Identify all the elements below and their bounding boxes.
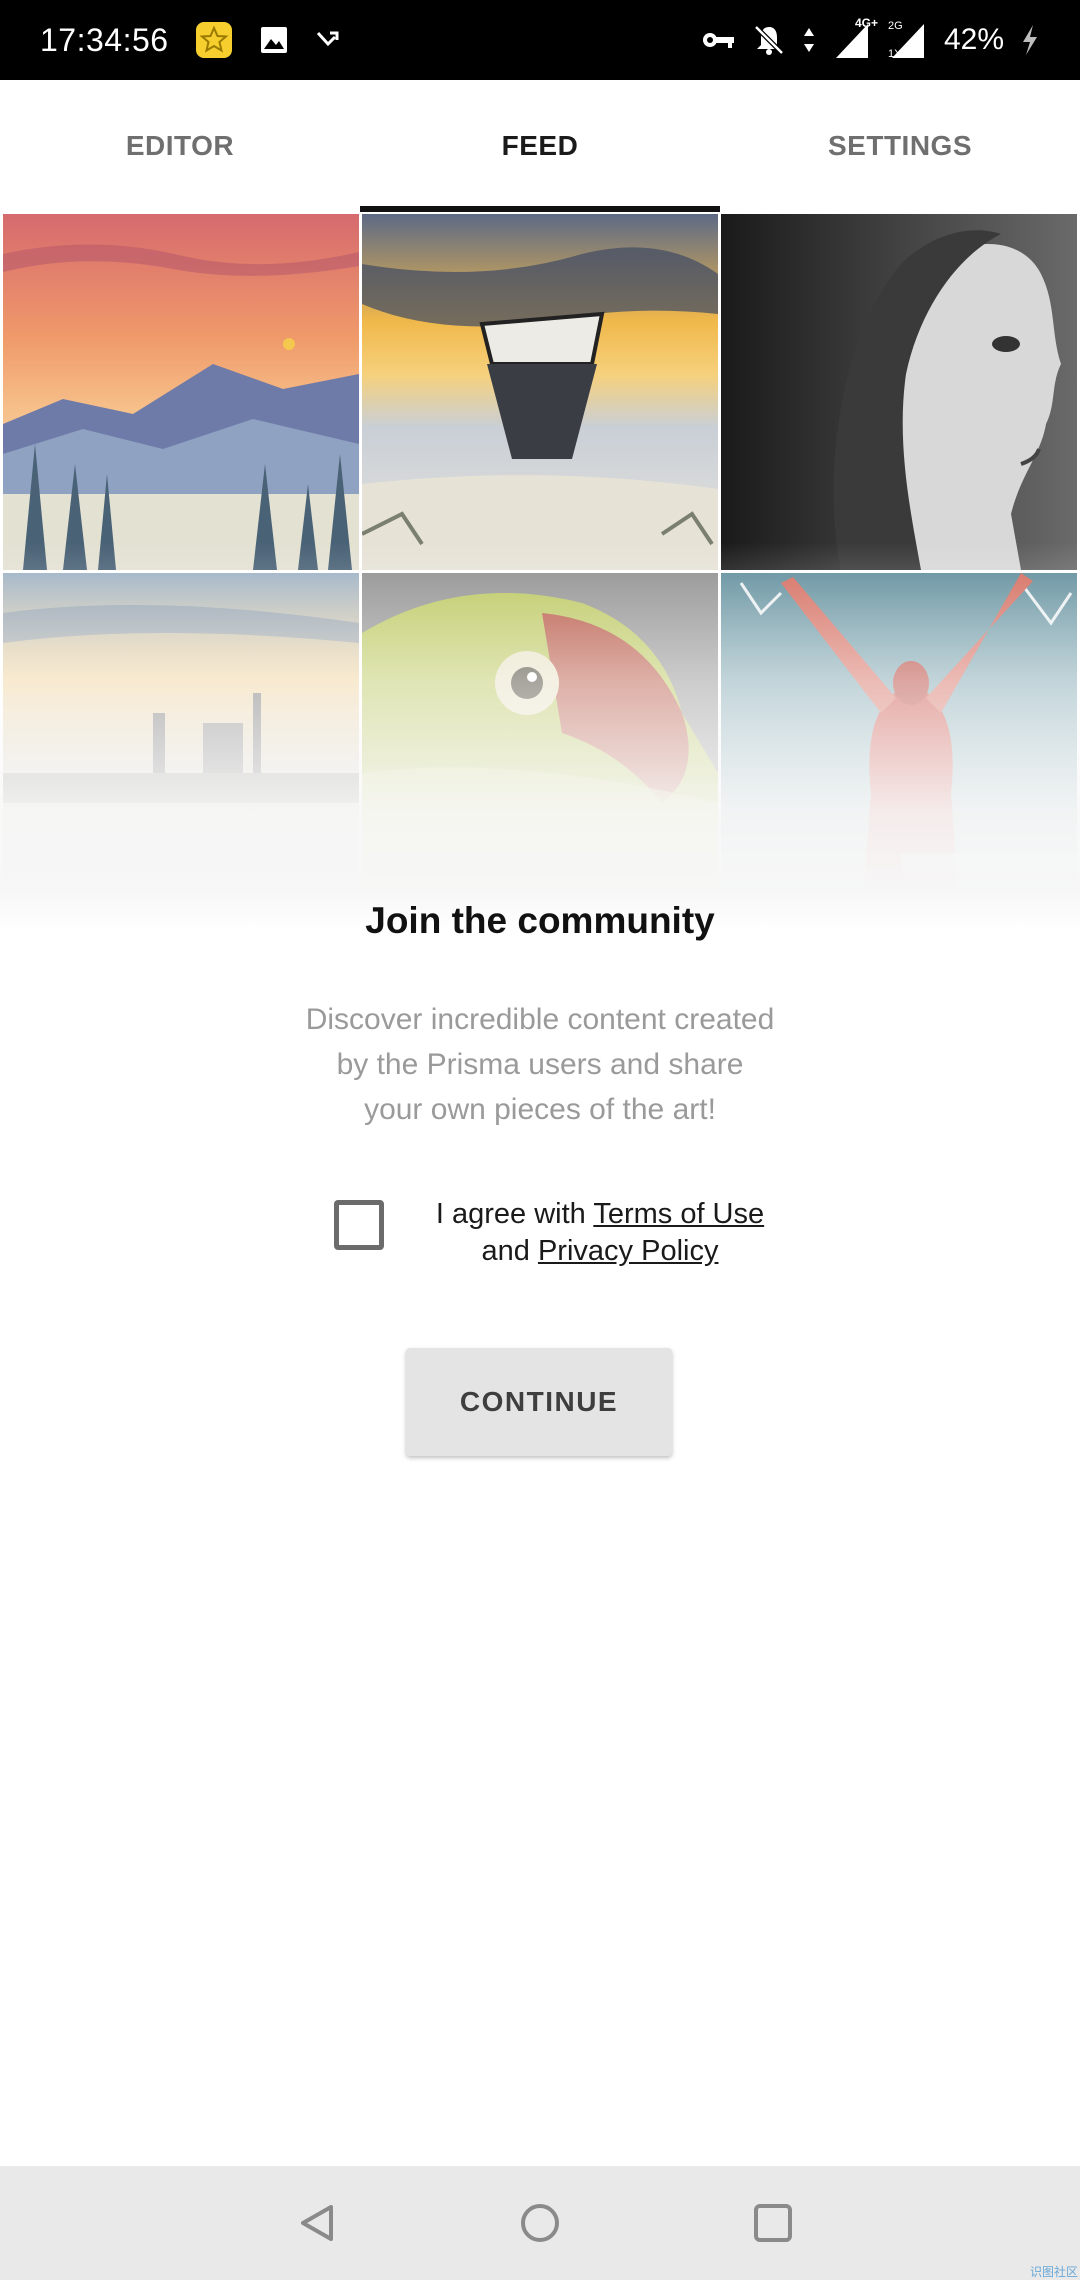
tab-editor[interactable]: EDITOR	[0, 80, 360, 212]
charging-icon	[1020, 23, 1040, 57]
recents-icon[interactable]	[743, 2193, 803, 2253]
agreement-row: I agree with Terms of Use and Privacy Po…	[330, 1196, 770, 1276]
description: Discover incredible content created by t…	[0, 997, 1080, 1132]
network-label-2g: 2G	[887, 20, 903, 32]
page-title: Join the community	[365, 900, 715, 941]
status-time: 17:34:56	[40, 21, 169, 58]
description-line-1: Discover incredible content created	[305, 1003, 775, 1036]
home-icon[interactable]	[510, 2193, 570, 2253]
agree-prefix: I agree with	[435, 1198, 594, 1230]
missed-call-icon	[315, 28, 345, 52]
gallery-tile-parrot-closeup	[362, 573, 718, 929]
continue-button[interactable]: CONTINUE	[406, 1348, 672, 1456]
tab-bar: EDITOR FEED SETTINGS	[0, 80, 1080, 212]
star-app-icon	[195, 21, 233, 59]
status-bar: 17:34:56 4G+ 2G 1X 42%	[0, 0, 1080, 80]
agree-middle: and	[481, 1235, 538, 1267]
data-arrows-icon	[802, 26, 816, 54]
gallery-tile-woman-arms-raised	[721, 573, 1077, 929]
description-line-2: by the Prisma users and share	[336, 1048, 744, 1081]
battery-percent: 42%	[943, 23, 1004, 56]
agree-checkbox[interactable]	[334, 1200, 384, 1250]
description-line-3: your own pieces of the art!	[364, 1093, 716, 1126]
tab-settings[interactable]: SETTINGS	[720, 80, 1080, 212]
vpn-key-icon	[702, 29, 736, 51]
terms-of-use-link[interactable]: Terms of Use	[593, 1198, 764, 1230]
bell-off-icon	[752, 23, 786, 57]
signal-icon: 4G+	[832, 16, 878, 60]
network-label-4g: 4G+	[854, 16, 878, 30]
privacy-policy-link[interactable]: Privacy Policy	[538, 1235, 719, 1267]
gallery-tile-boat-on-lake	[362, 214, 718, 570]
network-label-1x: 1X	[887, 48, 902, 60]
tab-feed[interactable]: FEED	[360, 80, 720, 212]
gallery-tile-woman-profile	[721, 214, 1077, 570]
gallery-tile-sunset-mountains	[3, 214, 359, 570]
watermark: 识图社区	[1029, 2265, 1078, 2279]
gallery-icon	[259, 25, 289, 55]
gallery-tile-harbor-sunset	[3, 573, 359, 929]
back-icon[interactable]	[287, 2193, 347, 2253]
agreement-text: I agree with Terms of Use and Privacy Po…	[410, 1196, 790, 1270]
signal-icon-2: 2G 1X	[888, 20, 928, 60]
feed-gallery	[0, 212, 1080, 932]
navigation-bar: 识图社区	[0, 2166, 1080, 2280]
